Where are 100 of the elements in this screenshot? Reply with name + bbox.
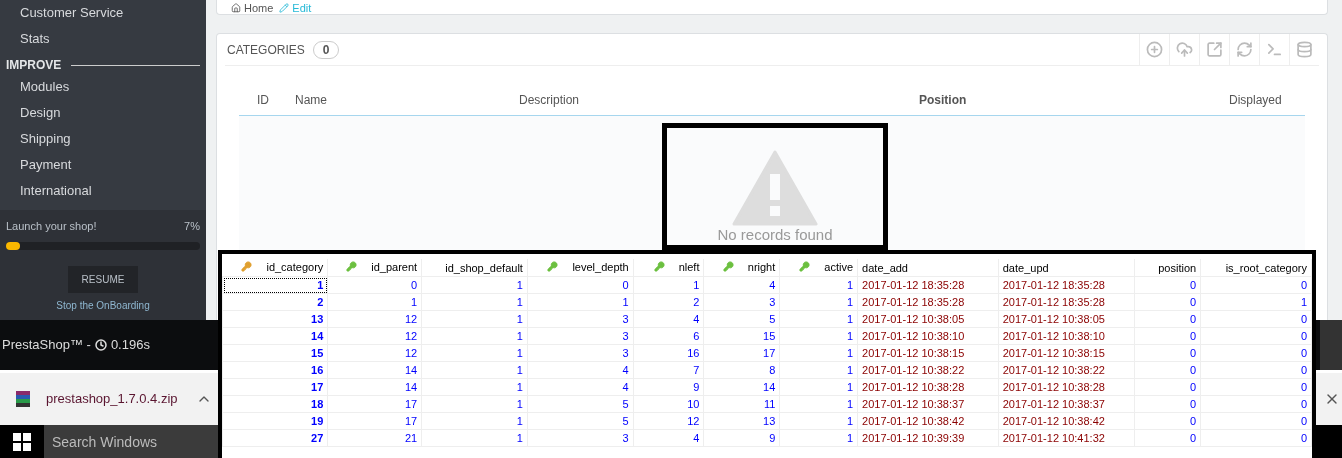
table-cell[interactable]: 0 [1200, 429, 1312, 447]
table-cell[interactable]: 8 [704, 361, 780, 379]
sidebar-item[interactable]: Shipping [0, 126, 71, 152]
sidebar-item[interactable]: International [0, 178, 92, 204]
table-cell[interactable]: 15 [704, 327, 780, 345]
search-field[interactable]: Search Windows [44, 425, 218, 458]
table-cell[interactable]: 0 [1134, 293, 1201, 311]
table-cell[interactable]: 12 [327, 310, 422, 328]
sidebar-item[interactable]: Modules [0, 74, 70, 100]
table-cell[interactable]: 2017-01-12 10:38:42 [857, 412, 999, 430]
table-cell[interactable]: 14 [704, 378, 780, 396]
table-cell[interactable]: 17 [327, 412, 422, 430]
table-cell[interactable]: 0 [327, 276, 422, 294]
table-cell[interactable]: 1 [779, 412, 858, 430]
table-cell[interactable]: 2017-01-12 10:38:05 [998, 310, 1135, 328]
table-cell[interactable]: 2017-01-12 18:35:28 [857, 276, 999, 294]
table-cell[interactable]: 0 [1134, 378, 1201, 396]
table-cell[interactable]: 4 [704, 276, 780, 294]
table-cell[interactable]: 1 [421, 378, 528, 396]
table-cell[interactable]: 27 [222, 429, 328, 447]
table-cell[interactable]: 1 [222, 276, 328, 294]
table-cell[interactable]: 2017-01-12 10:38:22 [998, 361, 1135, 379]
table-cell[interactable]: 2017-01-12 10:38:10 [857, 327, 999, 345]
table-cell[interactable]: 2017-01-12 18:35:28 [998, 293, 1135, 311]
table-cell[interactable]: 0 [1134, 361, 1201, 379]
table-cell[interactable]: 1 [779, 429, 858, 447]
table-cell[interactable]: 2017-01-12 18:35:28 [857, 293, 999, 311]
download-file-name[interactable]: prestashop_1.7.0.4.zip [46, 391, 178, 407]
column-header[interactable]: Description [501, 92, 580, 107]
table-cell[interactable]: 14 [222, 327, 328, 345]
column-header[interactable]: Position [901, 92, 967, 107]
table-cell[interactable]: 0 [1134, 429, 1201, 447]
table-cell[interactable]: 9 [633, 378, 704, 396]
table-cell[interactable]: 1 [779, 378, 858, 396]
table-cell[interactable]: 1 [421, 344, 528, 362]
table-cell[interactable]: 2017-01-12 10:38:28 [857, 378, 999, 396]
table-cell[interactable]: 12 [633, 412, 704, 430]
table-cell[interactable]: 4 [633, 429, 704, 447]
table-cell[interactable]: 1 [779, 310, 858, 328]
breadcrumb-link[interactable]: Home [231, 2, 274, 14]
table-cell[interactable]: 1 [421, 293, 528, 311]
table-cell[interactable]: 17 [327, 395, 422, 413]
table-cell[interactable]: 11 [704, 395, 780, 413]
table-cell[interactable]: 2017-01-12 10:38:15 [857, 344, 999, 362]
table-cell[interactable]: 2017-01-12 10:38:37 [998, 395, 1135, 413]
table-cell[interactable]: 0 [1200, 361, 1312, 379]
table-cell[interactable]: 0 [1134, 412, 1201, 430]
table-cell[interactable]: 5 [704, 310, 780, 328]
table-cell[interactable]: 2017-01-12 18:35:28 [998, 276, 1135, 294]
column-header[interactable]: Name [277, 92, 327, 107]
table-cell[interactable]: 4 [633, 310, 704, 328]
table-cell[interactable]: 17 [222, 378, 328, 396]
table-cell[interactable]: 1 [421, 429, 528, 447]
table-cell[interactable]: 13 [222, 310, 328, 328]
table-cell[interactable]: 0 [1134, 344, 1201, 362]
table-cell[interactable]: 1 [421, 310, 528, 328]
table-cell[interactable]: 1 [421, 327, 528, 345]
table-cell[interactable]: 4 [527, 378, 634, 396]
table-cell[interactable]: 19 [222, 412, 328, 430]
table-cell[interactable]: 2017-01-12 10:39:39 [857, 429, 999, 447]
table-cell[interactable]: 0 [1200, 276, 1312, 294]
table-cell[interactable]: 2017-01-12 10:41:32 [998, 429, 1135, 447]
table-cell[interactable]: 2 [633, 293, 704, 311]
table-cell[interactable]: 4 [527, 361, 634, 379]
table-cell[interactable]: 0 [1200, 395, 1312, 413]
table-cell[interactable]: 7 [633, 361, 704, 379]
table-cell[interactable]: 10 [633, 395, 704, 413]
table-cell[interactable]: 2017-01-12 10:38:28 [998, 378, 1135, 396]
sidebar-item[interactable]: Payment [0, 152, 72, 178]
table-cell[interactable]: 1 [779, 276, 858, 294]
table-cell[interactable]: 5 [527, 395, 634, 413]
column-header[interactable]: Displayed [1211, 92, 1282, 107]
sidebar-item[interactable]: Stats [0, 26, 50, 52]
table-cell[interactable]: 0 [1200, 310, 1312, 328]
table-cell[interactable]: 14 [327, 378, 422, 396]
table-cell[interactable]: 3 [527, 429, 634, 447]
table-cell[interactable]: 1 [779, 395, 858, 413]
table-cell[interactable]: 0 [1200, 344, 1312, 362]
table-cell[interactable]: 0 [527, 276, 634, 294]
table-cell[interactable]: 3 [704, 293, 780, 311]
table-cell[interactable]: 1 [327, 293, 422, 311]
column-header[interactable]: ID [239, 92, 269, 107]
table-cell[interactable]: 1 [527, 293, 634, 311]
table-cell[interactable]: 2017-01-12 10:38:10 [998, 327, 1135, 345]
table-cell[interactable]: 1 [633, 276, 704, 294]
table-cell[interactable]: 0 [1200, 378, 1312, 396]
table-cell[interactable]: 2 [222, 293, 328, 311]
table-cell[interactable]: 1 [421, 361, 528, 379]
table-cell[interactable]: 0 [1134, 276, 1201, 294]
table-cell[interactable]: 16 [633, 344, 704, 362]
table-cell[interactable]: 15 [222, 344, 328, 362]
table-cell[interactable]: 13 [704, 412, 780, 430]
sidebar-item[interactable]: Customer Service [0, 0, 124, 26]
table-cell[interactable]: 21 [327, 429, 422, 447]
table-cell[interactable]: 9 [704, 429, 780, 447]
table-cell[interactable]: 17 [704, 344, 780, 362]
table-cell[interactable]: 2017-01-12 10:38:22 [857, 361, 999, 379]
sidebar-item[interactable]: Design [0, 100, 61, 126]
table-cell[interactable]: 3 [527, 310, 634, 328]
table-cell[interactable]: 2017-01-12 10:38:15 [998, 344, 1135, 362]
